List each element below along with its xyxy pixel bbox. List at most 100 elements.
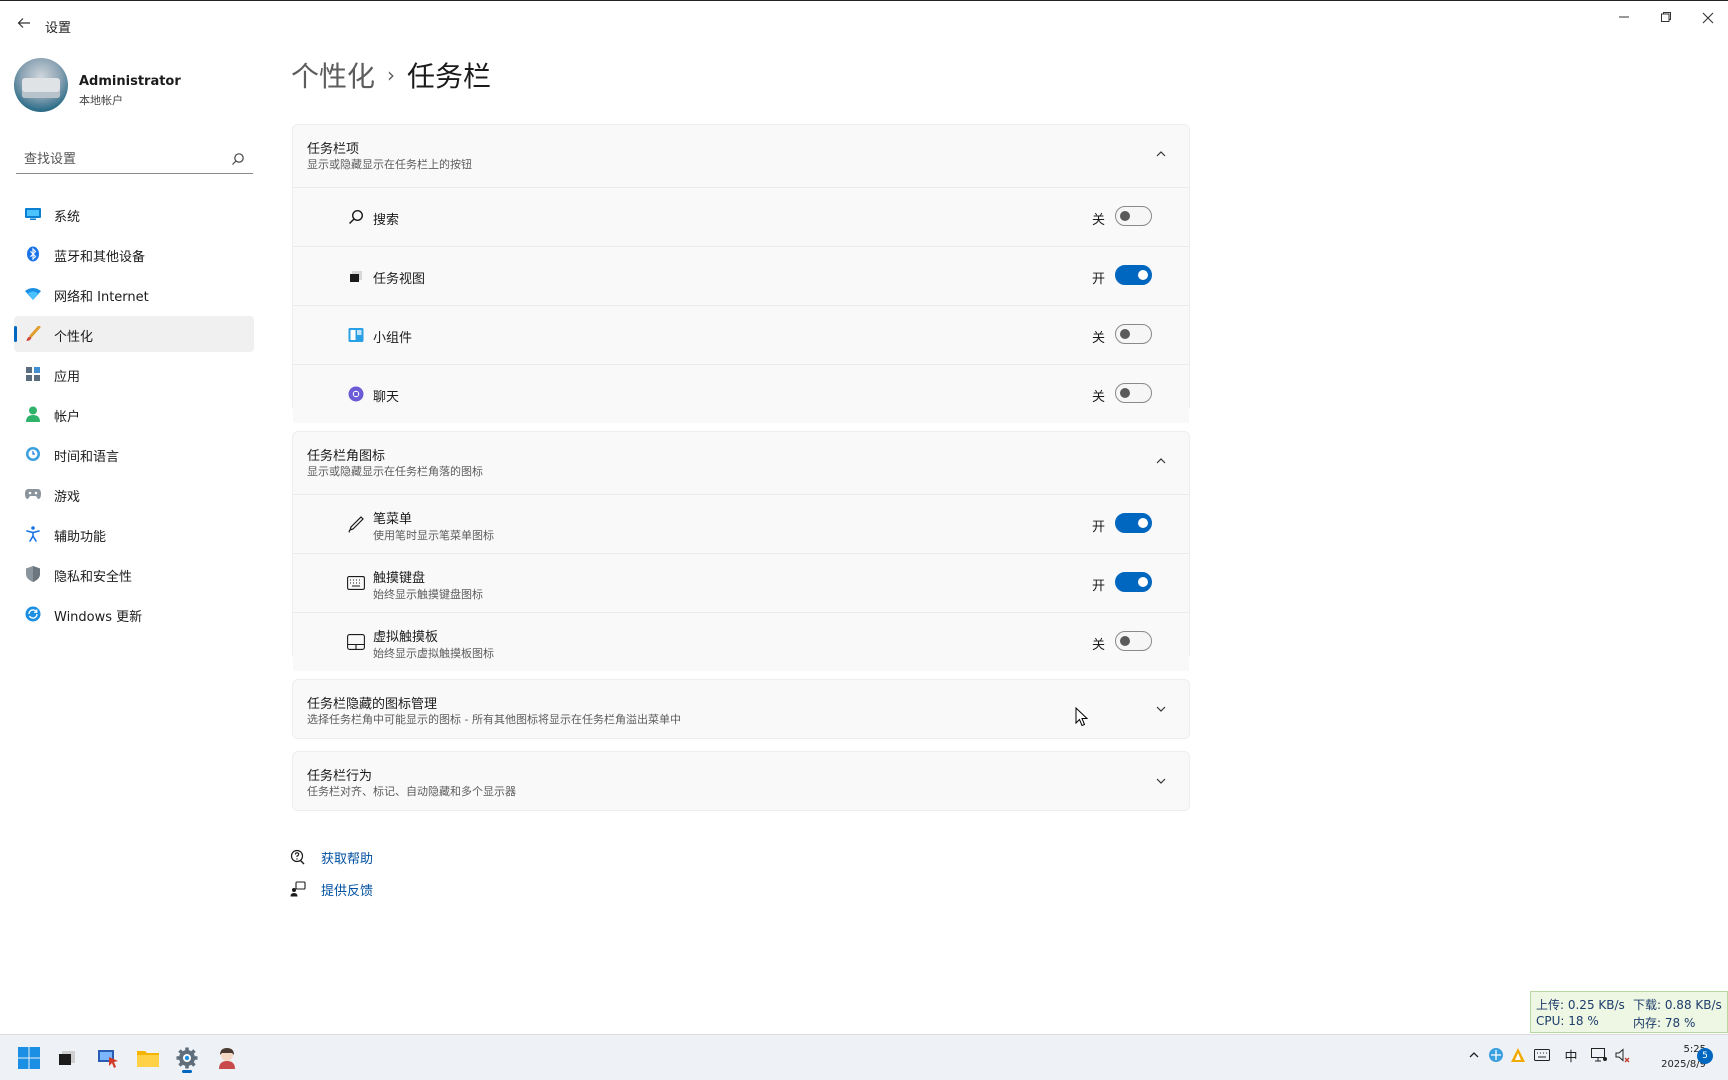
- corner-icons-header[interactable]: 任务栏角图标 显示或隐藏显示在任务栏角落的图标: [293, 432, 1189, 494]
- row-description: 始终显示虚拟触摸板图标: [373, 647, 494, 660]
- hidden-icons-header[interactable]: 任务栏隐藏的图标管理 选择任务栏角中可能显示的图标 - 所有其他图标将显示在任务…: [293, 680, 1189, 742]
- minimize-icon[interactable]: [1604, 5, 1644, 33]
- section-title: 任务栏隐藏的图标管理: [307, 697, 438, 712]
- sidebar-item-label: 帐户: [54, 410, 81, 425]
- taskbar-items-header[interactable]: 任务栏项 显示或隐藏显示在任务栏上的按钮: [293, 125, 1189, 187]
- back-arrow-icon[interactable]: [14, 15, 34, 35]
- ime-indicator[interactable]: 中: [1562, 1046, 1580, 1065]
- task-view-icon[interactable]: [51, 1042, 83, 1074]
- search-icon: [347, 208, 365, 226]
- sidebar-item-personalization[interactable]: 个性化: [14, 316, 254, 352]
- taskbar-item-widgets-row: 小组件 关: [293, 305, 1189, 364]
- sidebar-nav: 系统 蓝牙和其他设备 网络和 Internet 个性化 应用 帐户 时间和语言 …: [14, 196, 254, 636]
- user-name: Administrator: [79, 74, 181, 89]
- help-icon: [290, 849, 306, 865]
- section-subtitle: 显示或隐藏显示在任务栏上的按钮: [307, 158, 472, 171]
- feedback-label[interactable]: 提供反馈: [321, 880, 373, 899]
- apps-icon: [24, 365, 42, 383]
- download-speed: 下载: 0.88 KB/s: [1633, 998, 1722, 1012]
- task-view-toggle[interactable]: [1115, 265, 1152, 285]
- avatar[interactable]: [14, 58, 68, 112]
- breadcrumb-separator: ›: [387, 63, 396, 87]
- account-icon: [24, 405, 42, 423]
- touch-keyboard-toggle[interactable]: [1115, 572, 1152, 592]
- pen-menu-toggle[interactable]: [1115, 513, 1152, 533]
- sidebar-item-apps[interactable]: 应用: [14, 356, 254, 392]
- get-help-link[interactable]: 获取帮助: [290, 843, 490, 875]
- chat-icon: [347, 385, 365, 403]
- chat-toggle[interactable]: [1115, 383, 1152, 403]
- file-explorer-icon[interactable]: [132, 1042, 164, 1074]
- volume-muted-icon[interactable]: [1614, 1046, 1632, 1064]
- help-links: 获取帮助 提供反馈: [290, 843, 490, 907]
- row-label: 搜索: [373, 213, 400, 228]
- toggle-state-text: 关: [1092, 331, 1106, 346]
- sidebar-item-bluetooth[interactable]: 蓝牙和其他设备: [14, 236, 254, 272]
- row-label: 小组件: [373, 331, 413, 346]
- touchpad-icon: [347, 633, 365, 651]
- search-icon[interactable]: [231, 151, 247, 167]
- chevron-down-icon[interactable]: [1155, 772, 1171, 788]
- section-subtitle: 任务栏对齐、标记、自动隐藏和多个显示器: [307, 785, 516, 798]
- sidebar-item-accessibility[interactable]: 辅助功能: [14, 516, 254, 552]
- title-bar: 设置: [0, 1, 1728, 47]
- taskbar-behaviors-header[interactable]: 任务栏行为 任务栏对齐、标记、自动隐藏和多个显示器: [293, 752, 1189, 814]
- sidebar-item-time-language[interactable]: 时间和语言: [14, 436, 254, 472]
- row-label: 笔菜单: [373, 512, 413, 527]
- taskbar-behaviors-section[interactable]: 任务栏行为 任务栏对齐、标记、自动隐藏和多个显示器: [292, 751, 1190, 811]
- breadcrumb-parent[interactable]: 个性化: [291, 60, 375, 93]
- windows-start-icon[interactable]: [13, 1042, 45, 1074]
- sidebar-item-label: 时间和语言: [54, 450, 120, 465]
- network-tray-icon[interactable]: [1487, 1046, 1505, 1064]
- sidebar-item-label: 应用: [54, 370, 81, 385]
- row-label: 虚拟触摸板: [373, 630, 439, 645]
- row-label: 任务视图: [373, 272, 426, 287]
- taskbar-item-task-view-row: 任务视图 开: [293, 246, 1189, 305]
- search-toggle[interactable]: [1115, 206, 1152, 226]
- taskbar-item-chat-row: 聊天 关: [293, 364, 1189, 423]
- app-character-icon[interactable]: [211, 1042, 243, 1074]
- remote-desktop-icon[interactable]: [92, 1042, 124, 1074]
- row-description: 始终显示触摸键盘图标: [373, 588, 483, 601]
- toggle-state-text: 关: [1092, 390, 1106, 405]
- privacy-shield-icon: [24, 565, 42, 583]
- network-monitor-widget[interactable]: 上传: 0.25 KB/s 下载: 0.88 KB/s CPU: 18 % 内存…: [1530, 991, 1728, 1033]
- sidebar-item-system[interactable]: 系统: [14, 196, 254, 232]
- get-help-label[interactable]: 获取帮助: [321, 848, 373, 867]
- network-icon: [24, 285, 42, 303]
- sidebar-item-label: 隐私和安全性: [54, 570, 133, 585]
- gaming-icon: [24, 485, 42, 503]
- sidebar-item-network[interactable]: 网络和 Internet: [14, 276, 254, 312]
- hidden-icons-section[interactable]: 任务栏隐藏的图标管理 选择任务栏角中可能显示的图标 - 所有其他图标将显示在任务…: [292, 679, 1190, 739]
- corner-pen-menu-row: 笔菜单 使用笔时显示笔菜单图标 开: [293, 494, 1189, 553]
- search-input[interactable]: [24, 149, 224, 169]
- toggle-state-text: 开: [1092, 579, 1106, 594]
- corner-icons-section: 任务栏角图标 显示或隐藏显示在任务栏角落的图标 笔菜单 使用笔时显示笔菜单图标 …: [292, 431, 1190, 671]
- feedback-link[interactable]: 提供反馈: [290, 875, 490, 907]
- sidebar-item-windows-update[interactable]: Windows 更新: [14, 596, 254, 632]
- taskbar: 中 5:25 2025/8/9 5: [0, 1034, 1728, 1080]
- restore-icon[interactable]: [1646, 5, 1686, 33]
- keyboard-tray-icon[interactable]: [1533, 1046, 1551, 1064]
- close-icon[interactable]: [1688, 5, 1728, 33]
- chevron-up-icon[interactable]: [1155, 452, 1171, 468]
- app-tray-icon[interactable]: [1509, 1046, 1527, 1064]
- notification-badge[interactable]: 5: [1697, 1048, 1713, 1064]
- sidebar-item-label: Windows 更新: [54, 610, 143, 625]
- settings-gear-icon[interactable]: [171, 1042, 203, 1074]
- sidebar-item-label: 辅助功能: [54, 530, 107, 545]
- sidebar-item-privacy[interactable]: 隐私和安全性: [14, 556, 254, 592]
- page-title: 任务栏: [407, 60, 492, 93]
- feedback-icon: [290, 881, 306, 897]
- sidebar-item-accounts[interactable]: 帐户: [14, 396, 254, 432]
- chevron-up-icon[interactable]: [1155, 145, 1171, 161]
- chevron-down-icon[interactable]: [1155, 700, 1171, 716]
- toggle-state-text: 开: [1092, 520, 1106, 535]
- widgets-toggle[interactable]: [1115, 324, 1152, 344]
- show-hidden-icons-icon[interactable]: [1465, 1046, 1483, 1064]
- row-label: 聊天: [373, 390, 400, 405]
- sidebar-item-gaming[interactable]: 游戏: [14, 476, 254, 512]
- display-tray-icon[interactable]: [1590, 1046, 1608, 1064]
- task-view-icon: [347, 267, 365, 285]
- virtual-touchpad-toggle[interactable]: [1115, 631, 1152, 651]
